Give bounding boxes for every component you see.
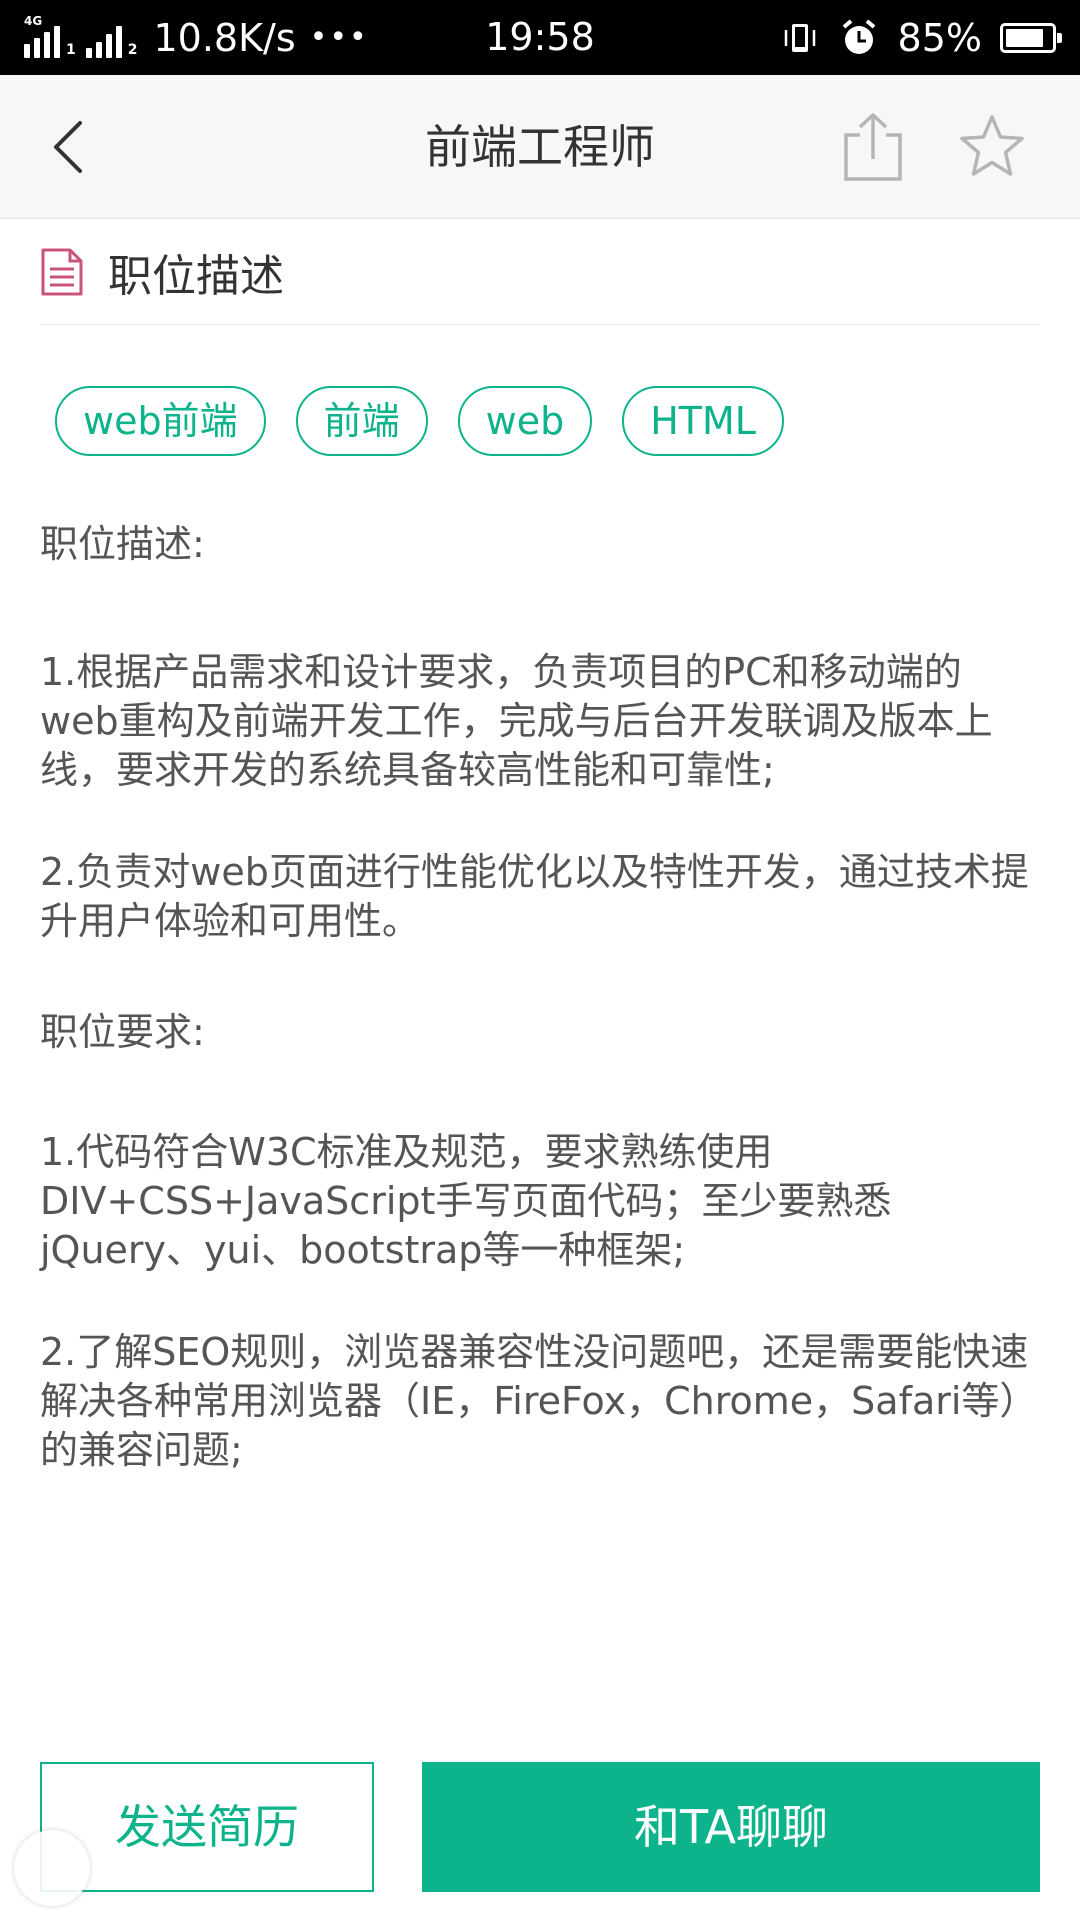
description-heading: 职位描述: [40, 522, 205, 566]
floating-assistive-button[interactable] [14, 1830, 90, 1906]
section-header: 职位描述 [40, 219, 1040, 325]
tag-frontend[interactable]: 前端 [295, 386, 428, 456]
share-icon[interactable] [838, 109, 908, 185]
tag-html[interactable]: HTML [622, 386, 784, 456]
chat-button[interactable]: 和TA聊聊 [422, 1762, 1040, 1892]
status-bar: 4G 1 2 10.8K/s ••• 19:58 85% [0, 0, 1080, 75]
requirement-item-1: 1.代码符合W3C标准及规范，要求熟练使用DIV+CSS+JavaScript手… [40, 1130, 892, 1272]
vibrate-icon [784, 23, 815, 52]
skill-tags: web前端 前端 web HTML [55, 386, 784, 456]
status-right: 85% [780, 0, 1062, 75]
bottom-action-bar: 发送简历 和TA聊聊 [0, 1740, 1080, 1920]
requirement-item-2: 2.了解SEO规则，浏览器兼容性没问题吧，还是需要能快速解决各种常用浏览器（IE… [40, 1330, 1029, 1472]
document-icon [41, 248, 83, 295]
app-header: 前端工程师 [0, 75, 1080, 219]
description-item-2: 2.负责对web页面进行性能优化以及特性开发，通过技术提升用户体验和可用性。 [40, 850, 1029, 943]
requirements-heading: 职位要求: [40, 1010, 205, 1054]
tag-web[interactable]: web [457, 386, 593, 456]
battery-icon [1000, 22, 1062, 53]
alarm-icon [842, 18, 875, 54]
send-resume-button[interactable]: 发送简历 [40, 1762, 374, 1892]
description-item-1: 1.根据产品需求和设计要求，负责项目的PC和移动端的web重构及前端开发工作，完… [40, 650, 993, 792]
star-icon[interactable] [956, 111, 1028, 183]
battery-fill [1006, 28, 1044, 47]
page-title: 前端工程师 [425, 120, 655, 174]
section-title: 职位描述 [108, 250, 284, 302]
battery-percent: 85% [897, 15, 982, 60]
tag-web-frontend[interactable]: web前端 [55, 386, 266, 456]
